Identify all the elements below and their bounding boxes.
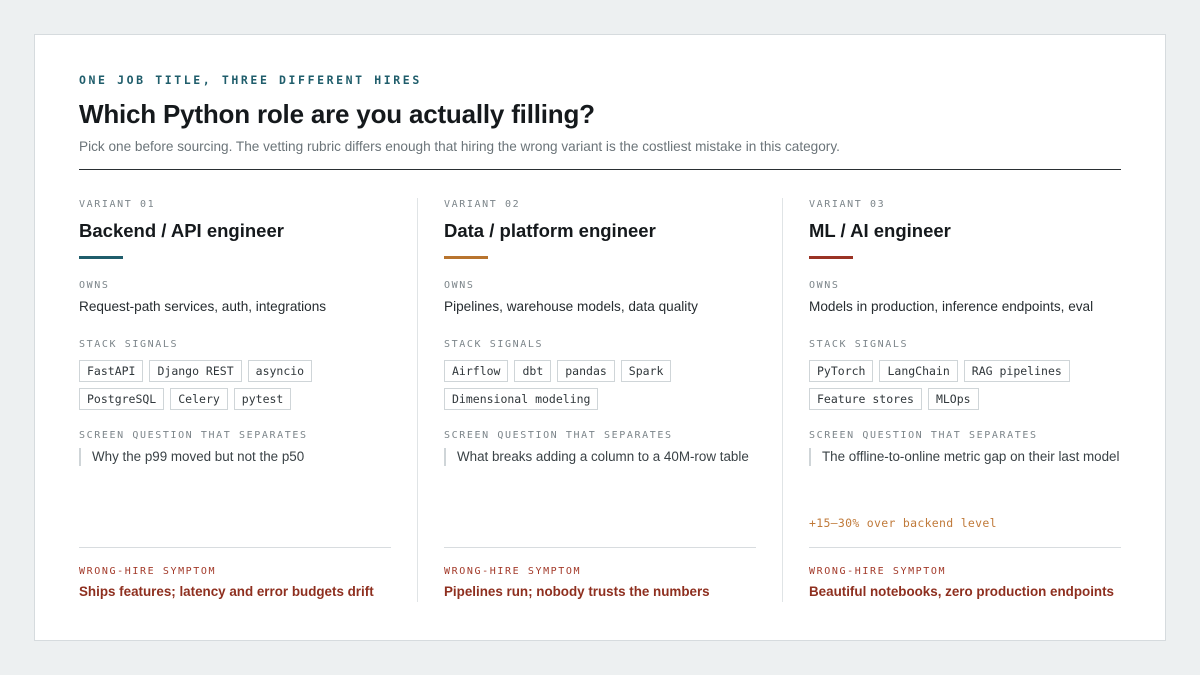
column-divider — [782, 198, 783, 602]
variant-accent-bar — [809, 256, 853, 259]
screen-question-label: SCREEN QUESTION THAT SEPARATES — [444, 430, 673, 441]
stack-tag-list: Airflow dbt pandas Spark Dimensional modelin… — [444, 360, 756, 410]
column-divider — [417, 198, 418, 602]
stack-tag-list: PyTorch LangChain RAG pipelines Feature sto… — [809, 360, 1121, 410]
screen-question-label: SCREEN QUESTION THAT SEPARATES — [809, 430, 1038, 441]
stack-tag: MLOps — [927, 388, 979, 410]
stack-tag: PyTorch — [809, 360, 874, 382]
variant-name: Data / platform engineer — [444, 220, 656, 241]
page-title: Which Python role are you actually filli… — [79, 99, 595, 129]
owns-text: Request-path services, auth, integration… — [79, 299, 327, 314]
variant-column-data: VARIANT 02 Data / platform engineer OWNS… — [444, 198, 756, 602]
variant-kicker: VARIANT 02 — [444, 199, 521, 210]
stack-tag: Airflow — [444, 360, 509, 382]
wrong-hire-symptom: Ships features; latency and error budget… — [79, 584, 374, 599]
stack-signals-label: STACK SIGNALS — [79, 339, 179, 350]
eyebrow: ONE JOB TITLE, THREE DIFFERENT HIRES — [79, 73, 422, 87]
screen-question: What breaks adding a column to a 40M-row… — [444, 448, 749, 466]
stack-signals-label: STACK SIGNALS — [444, 339, 544, 350]
stack-tag: RAG pipelines — [963, 360, 1070, 382]
screen-question: The offline-to-online metric gap on thei… — [809, 448, 1119, 466]
variant-column-ml: VARIANT 03 ML / AI engineer OWNS Models … — [809, 198, 1121, 602]
stack-tag: Dimensional modeling — [444, 388, 599, 410]
stack-tag: pandas — [557, 360, 615, 382]
variant-accent-bar — [444, 256, 488, 259]
header-divider — [79, 169, 1121, 170]
wrong-hire-label: WRONG-HIRE SYMPTOM — [809, 566, 947, 577]
wrong-hire-symptom: Pipelines run; nobody trusts the numbers — [444, 584, 710, 599]
screen-question-label: SCREEN QUESTION THAT SEPARATES — [79, 430, 308, 441]
symptom-divider — [444, 547, 756, 548]
stack-tag: Celery — [170, 388, 228, 410]
variant-accent-bar — [79, 256, 123, 259]
stack-tag-list: FastAPI Django REST asyncio PostgreSQL Celer… — [79, 360, 391, 410]
wrong-hire-label: WRONG-HIRE SYMPTOM — [79, 566, 217, 577]
symptom-divider — [79, 547, 391, 548]
variant-name: Backend / API engineer — [79, 220, 284, 241]
variant-kicker: VARIANT 01 — [79, 199, 156, 210]
stack-tag: dbt — [514, 360, 552, 382]
owns-text: Pipelines, warehouse models, data qualit… — [444, 299, 698, 314]
stack-signals-label: STACK SIGNALS — [809, 339, 909, 350]
stack-tag: asyncio — [247, 360, 313, 382]
stack-tag: PostgreSQL — [79, 388, 165, 410]
screen-question: Why the p99 moved but not the p50 — [79, 448, 304, 466]
variant-name: ML / AI engineer — [809, 220, 951, 241]
symptom-divider — [809, 547, 1121, 548]
stack-tag: FastAPI — [79, 360, 144, 382]
owns-label: OWNS — [79, 280, 110, 291]
stack-tag: Django REST — [149, 360, 242, 382]
page-subtitle: Pick one before sourcing. The vetting ru… — [79, 139, 840, 154]
comparison-card: ONE JOB TITLE, THREE DIFFERENT HIRES Whi… — [34, 34, 1166, 641]
wrong-hire-label: WRONG-HIRE SYMPTOM — [444, 566, 582, 577]
owns-label: OWNS — [809, 280, 840, 291]
variant-kicker: VARIANT 03 — [809, 199, 886, 210]
stack-tag: Spark — [620, 360, 672, 382]
owns-text: Models in production, inference endpoint… — [809, 299, 1094, 314]
stack-tag: Feature stores — [809, 388, 922, 410]
stack-tag: pytest — [233, 388, 292, 410]
wrong-hire-symptom: Beautiful notebooks, zero production end… — [809, 584, 1115, 599]
stack-tag: LangChain — [879, 360, 958, 382]
variant-column-backend: VARIANT 01 Backend / API engineer OWNS R… — [79, 198, 391, 602]
salary-premium-note: +15–30% over backend level — [809, 516, 997, 530]
owns-label: OWNS — [444, 280, 475, 291]
